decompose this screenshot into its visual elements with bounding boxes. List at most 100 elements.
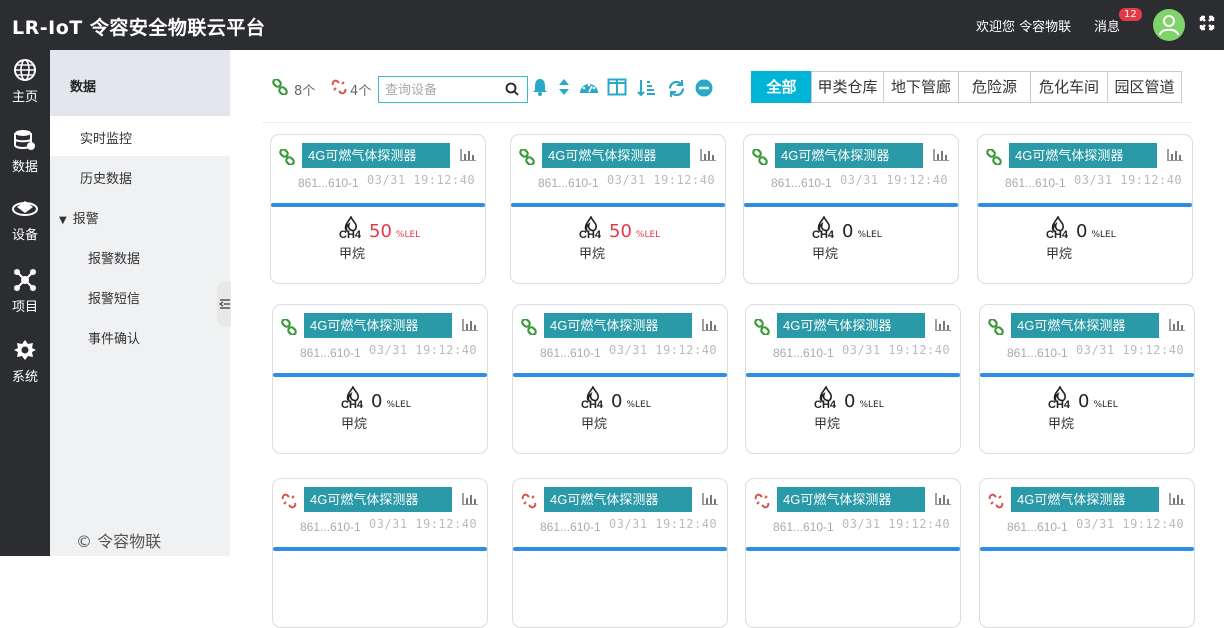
device-name[interactable]: 4G可燃气体探测器 bbox=[777, 487, 925, 512]
sidebar-item-event-confirm[interactable]: 事件确认 bbox=[88, 328, 140, 347]
device-timestamp: 03/31 19:12:40 bbox=[609, 517, 718, 531]
bar-chart-icon[interactable] bbox=[1167, 149, 1183, 161]
tab-class-a-warehouse[interactable]: 甲类仓库 bbox=[811, 71, 884, 103]
tab-park-pipeline[interactable]: 园区管道 bbox=[1107, 71, 1182, 103]
gas-formula: CH4 bbox=[581, 399, 604, 411]
project-icon bbox=[14, 269, 36, 291]
device-id: 861...610-1 bbox=[540, 520, 601, 534]
gas-value: 50 bbox=[609, 221, 632, 242]
device-name[interactable]: 4G可燃气体探测器 bbox=[777, 313, 925, 338]
device-name[interactable]: 4G可燃气体探测器 bbox=[544, 313, 692, 338]
gas-reading: 0 %LEL bbox=[842, 221, 882, 242]
bell-icon[interactable] bbox=[532, 78, 548, 96]
device-name[interactable]: 4G可燃气体探测器 bbox=[302, 143, 450, 168]
link-online-icon[interactable] bbox=[272, 79, 288, 95]
sort-amount-icon[interactable] bbox=[636, 78, 656, 98]
bar-chart-icon[interactable] bbox=[462, 319, 478, 331]
bar-chart-icon[interactable] bbox=[1169, 319, 1185, 331]
gas-formula: CH4 bbox=[339, 229, 362, 241]
device-card[interactable]: 4G可燃气体探测器 861...610-1 03/31 19:12:40 CH4 0 %L… bbox=[743, 134, 959, 284]
gas-sensor-badge: CH4 bbox=[339, 215, 363, 246]
device-timestamp: 03/31 19:12:40 bbox=[840, 173, 949, 187]
device-name[interactable]: 4G可燃气体探测器 bbox=[544, 487, 692, 512]
tab-utility-tunnel[interactable]: 地下管廊 bbox=[883, 71, 959, 103]
sidebar-item-alarm-sms[interactable]: 报警短信 bbox=[88, 288, 140, 307]
card-divider bbox=[513, 547, 727, 551]
bar-chart-icon[interactable] bbox=[702, 493, 718, 505]
columns-icon[interactable] bbox=[607, 78, 627, 96]
tab-all[interactable]: 全部 bbox=[751, 71, 812, 103]
sidebar-item-history[interactable]: 历史数据 bbox=[80, 168, 132, 187]
link-online-icon bbox=[279, 149, 295, 165]
device-card[interactable]: 4G可燃气体探测器 861...610-1 03/31 19:12:40 bbox=[272, 478, 488, 628]
device-card[interactable]: 4G可燃气体探测器 861...610-1 03/31 19:12:40 CH4 0 %L… bbox=[272, 304, 488, 454]
device-name[interactable]: 4G可燃气体探测器 bbox=[1009, 143, 1157, 168]
device-card[interactable]: 4G可燃气体探测器 861...610-1 03/31 19:12:40 CH4 50%… bbox=[510, 134, 726, 284]
search-icon[interactable] bbox=[505, 82, 519, 96]
rail-label-home: 主页 bbox=[11, 90, 38, 105]
settings-icon bbox=[14, 340, 36, 360]
user-icon bbox=[1159, 15, 1179, 36]
device-timestamp: 03/31 19:12:40 bbox=[842, 517, 951, 531]
link-online-icon bbox=[752, 149, 768, 165]
collapse-sidebar-button[interactable] bbox=[217, 282, 231, 326]
top-bar: LR-IoT 令容安全物联云平台 欢迎您 令容物联 消息 12 bbox=[0, 0, 1224, 50]
link-offline-icon[interactable] bbox=[331, 79, 347, 95]
device-id: 861...610-1 bbox=[1007, 520, 1068, 534]
device-card[interactable]: 4G可燃气体探测器 861...610-1 03/31 19:12:40 CH4 0 %L… bbox=[745, 304, 961, 454]
rail-item-system[interactable]: 系统 bbox=[0, 338, 50, 385]
rail-item-data[interactable]: 数据 bbox=[0, 128, 50, 175]
globe-icon bbox=[14, 59, 36, 81]
device-id: 861...610-1 bbox=[773, 346, 834, 360]
tab-chemical-workshop[interactable]: 危化车间 bbox=[1030, 71, 1108, 103]
gas-label: 甲烷 bbox=[341, 417, 368, 432]
gas-formula: CH4 bbox=[1046, 229, 1069, 241]
card-divider bbox=[511, 203, 725, 207]
sidebar-item-alarm-group[interactable]: ▼ 报警 bbox=[59, 208, 99, 227]
fullscreen-icon[interactable] bbox=[1199, 15, 1215, 35]
link-offline-icon bbox=[754, 493, 770, 509]
device-id: 861...610-1 bbox=[1005, 176, 1066, 190]
bar-chart-icon[interactable] bbox=[460, 149, 476, 161]
messages-link[interactable]: 消息 bbox=[1094, 16, 1120, 35]
device-card[interactable]: 4G可燃气体探测器 861...610-1 03/31 19:12:40 CH4 50%… bbox=[270, 134, 486, 284]
device-card[interactable]: 4G可燃气体探测器 861...610-1 03/31 19:12:40 CH4 0 %L… bbox=[977, 134, 1193, 284]
device-id: 861...610-1 bbox=[300, 520, 361, 534]
dashboard-icon[interactable] bbox=[579, 78, 599, 96]
sort-icon[interactable] bbox=[558, 78, 570, 96]
device-card[interactable]: 4G可燃气体探测器 861...610-1 03/31 19:12:40 bbox=[979, 478, 1195, 628]
device-name[interactable]: 4G可燃气体探测器 bbox=[1011, 487, 1159, 512]
gas-value: 0 bbox=[611, 391, 623, 412]
device-id: 861...610-1 bbox=[300, 346, 361, 360]
sidebar-item-alarm-data[interactable]: 报警数据 bbox=[88, 248, 140, 267]
device-name[interactable]: 4G可燃气体探测器 bbox=[1011, 313, 1159, 338]
rail-item-project[interactable]: 项目 bbox=[0, 268, 50, 315]
device-card[interactable]: 4G可燃气体探测器 861...610-1 03/31 19:12:40 bbox=[512, 478, 728, 628]
gas-sensor-badge: CH4 bbox=[581, 385, 605, 416]
device-card[interactable]: 4G可燃气体探测器 861...610-1 03/31 19:12:40 bbox=[745, 478, 961, 628]
bar-chart-icon[interactable] bbox=[933, 149, 949, 161]
refresh-icon[interactable] bbox=[667, 79, 686, 98]
search-input[interactable] bbox=[385, 80, 497, 99]
device-name[interactable]: 4G可燃气体探测器 bbox=[542, 143, 690, 168]
device-card[interactable]: 4G可燃气体探测器 861...610-1 03/31 19:12:40 CH4 0 %L… bbox=[512, 304, 728, 454]
rail-item-home[interactable]: 主页 bbox=[0, 58, 50, 105]
sidebar-item-realtime[interactable]: 实时监控 bbox=[80, 128, 132, 147]
device-name[interactable]: 4G可燃气体探测器 bbox=[304, 487, 452, 512]
bar-chart-icon[interactable] bbox=[1169, 493, 1185, 505]
tab-hazard-source[interactable]: 危险源 bbox=[958, 71, 1031, 103]
avatar[interactable] bbox=[1153, 9, 1185, 41]
device-id: 861...610-1 bbox=[771, 176, 832, 190]
minus-circle-icon[interactable] bbox=[695, 79, 713, 97]
device-card[interactable]: 4G可燃气体探测器 861...610-1 03/31 19:12:40 CH4 0 %L… bbox=[979, 304, 1195, 454]
rail-item-device[interactable]: 设备 bbox=[0, 198, 50, 243]
bar-chart-icon[interactable] bbox=[702, 319, 718, 331]
bar-chart-icon[interactable] bbox=[935, 493, 951, 505]
device-name[interactable]: 4G可燃气体探测器 bbox=[775, 143, 923, 168]
bar-chart-icon[interactable] bbox=[700, 149, 716, 161]
bar-chart-icon[interactable] bbox=[935, 319, 951, 331]
device-timestamp: 03/31 19:12:40 bbox=[842, 343, 951, 357]
device-name[interactable]: 4G可燃气体探测器 bbox=[304, 313, 452, 338]
card-divider bbox=[744, 203, 958, 207]
bar-chart-icon[interactable] bbox=[462, 493, 478, 505]
